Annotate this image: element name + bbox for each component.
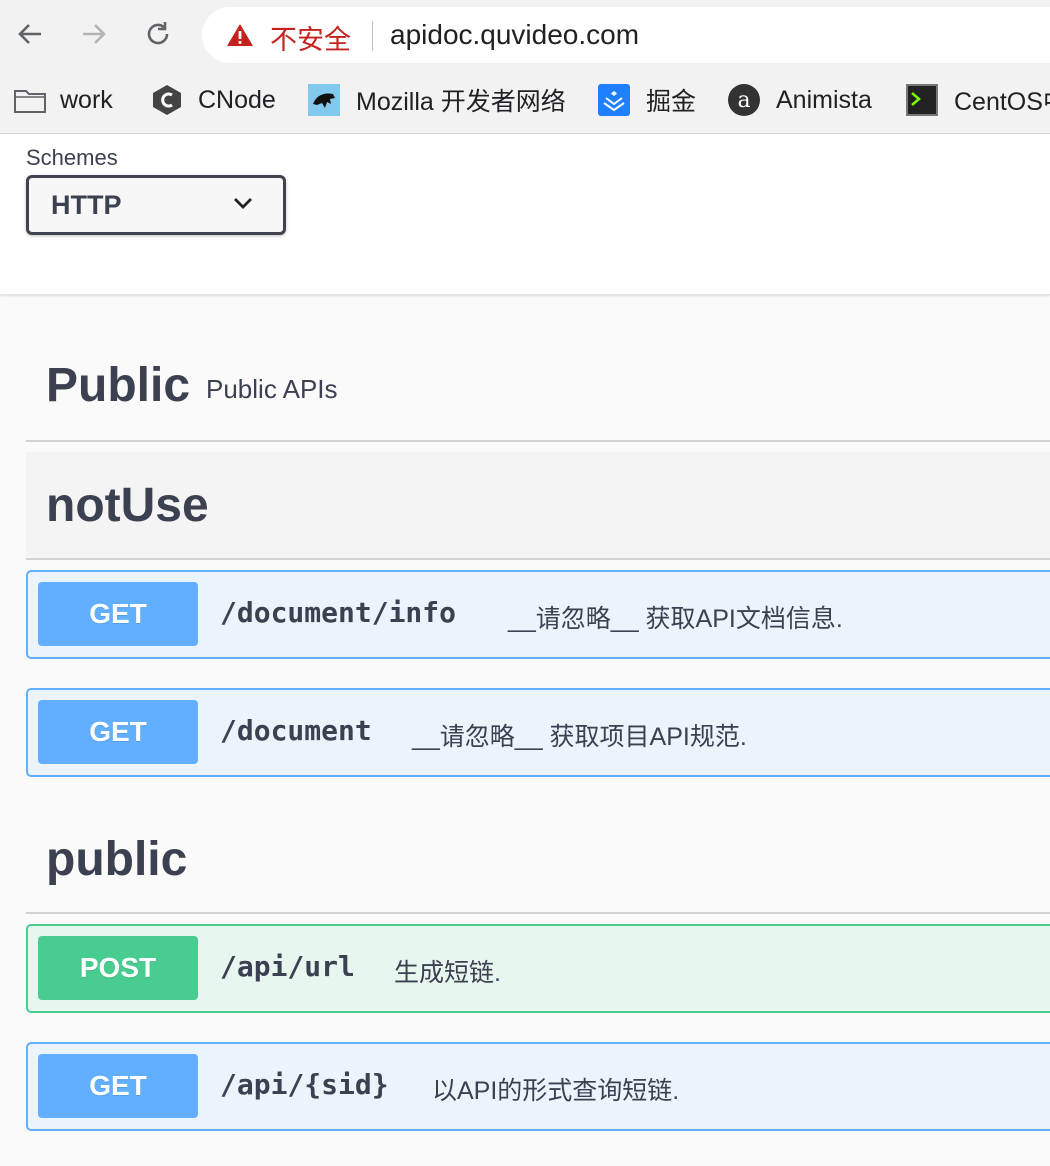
bookmark-juejin[interactable]: 掘金 (598, 80, 696, 120)
method-badge: GET (38, 582, 198, 646)
back-button[interactable] (12, 16, 48, 52)
bookmark-label: CentOS中 (954, 88, 1050, 116)
tag-title: notUse (46, 479, 209, 532)
method-badge: GET (38, 1054, 198, 1118)
tag-section-public[interactable]: public (26, 806, 1050, 914)
url-text[interactable]: apidoc.quvideo.com (390, 19, 639, 51)
tag-section-public-apis[interactable]: Public Public APIs (26, 336, 1050, 442)
omnibox-divider (372, 21, 373, 51)
bookmark-animista[interactable]: a Animista (728, 80, 872, 120)
arrow-left-icon (18, 24, 41, 44)
animista-icon: a (728, 84, 760, 116)
tag-section-notuse[interactable]: notUse (26, 452, 1050, 560)
operation-post-api-url[interactable]: POST /api/url 生成短链. (26, 924, 1050, 1013)
chevron-down-icon (234, 198, 252, 209)
svg-text:a: a (737, 88, 750, 113)
operation-get-document-info[interactable]: GET /document/info __请忽略__ 获取API文档信息. (26, 570, 1050, 659)
cnode-icon (153, 85, 181, 115)
folder-icon (14, 90, 46, 113)
operation-summary: 以API的形式查询短链. (432, 1077, 680, 1105)
bookmark-label: 掘金 (646, 88, 697, 116)
bookmark-label: work (60, 85, 113, 114)
terminal-icon (906, 84, 938, 116)
operation-path: /document/info (220, 596, 457, 629)
forward-button[interactable] (76, 16, 112, 52)
bookmarks-bar: work CNode Mozilla 开发者网络 掘金 a Animista C… (0, 70, 1050, 134)
mdn-icon (308, 84, 340, 116)
warning-icon (227, 24, 253, 46)
arrow-right-icon (83, 24, 106, 44)
reload-button[interactable] (140, 16, 176, 52)
operation-path: /document (220, 714, 372, 747)
method-badge: GET (38, 700, 198, 764)
tag-title: public (46, 833, 188, 886)
tag-title: Public (46, 359, 191, 412)
bookmark-label: Mozilla 开发者网络 (356, 88, 566, 116)
reload-icon (147, 22, 169, 45)
operation-path: /api/url (220, 950, 355, 983)
operation-path: /api/{sid} (220, 1068, 389, 1101)
operation-summary: __请忽略__ 获取项目API规范. (412, 723, 747, 751)
schemes-label: Schemes (26, 145, 118, 170)
schemes-select[interactable]: HTTP (26, 175, 286, 235)
operation-get-api-sid[interactable]: GET /api/{sid} 以API的形式查询短链. (26, 1042, 1050, 1131)
bookmark-work[interactable]: work (14, 80, 113, 120)
bookmark-label: CNode (198, 85, 276, 114)
operation-summary: __请忽略__ 获取API文档信息. (508, 605, 843, 633)
bookmark-mdn[interactable]: Mozilla 开发者网络 (308, 80, 566, 120)
schemes-selected-value: HTTP (51, 190, 122, 220)
operation-get-document[interactable]: GET /document __请忽略__ 获取项目API规范. (26, 688, 1050, 777)
juejin-icon (598, 84, 630, 116)
security-status[interactable]: 不安全 (270, 18, 351, 57)
schemes-container: Schemes HTTP (0, 134, 1050, 295)
bookmark-centos[interactable]: CentOS中 (906, 80, 1050, 120)
operation-summary: 生成短链. (394, 959, 501, 987)
bookmark-cnode[interactable]: CNode (152, 80, 276, 120)
browser-toolbar: 不安全 apidoc.quvideo.com (0, 0, 1050, 70)
address-bar[interactable]: 不安全 apidoc.quvideo.com (202, 7, 1050, 63)
bookmark-label: Animista (776, 85, 872, 114)
method-badge: POST (38, 936, 198, 1000)
tag-description: Public APIs (206, 374, 338, 404)
